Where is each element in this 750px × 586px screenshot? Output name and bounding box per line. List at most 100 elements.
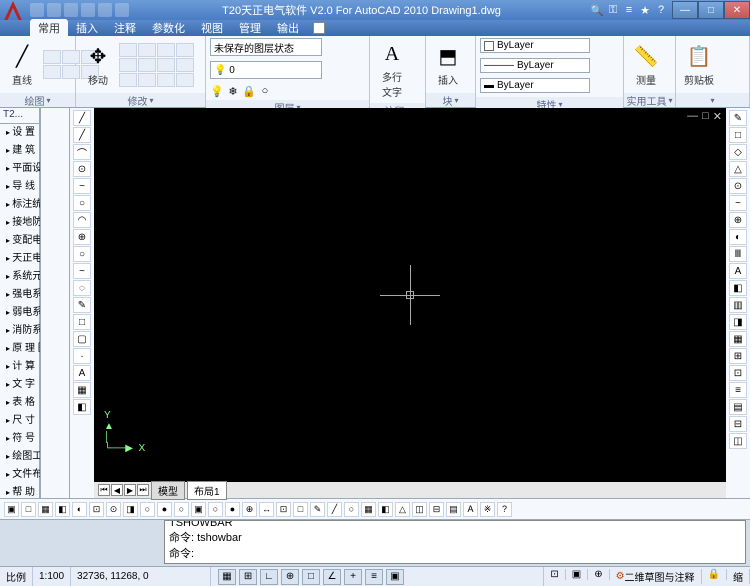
- qp-toggle[interactable]: ▣: [386, 569, 404, 585]
- tool-icon[interactable]: A: [73, 365, 91, 381]
- tool-icon[interactable]: ◇: [729, 144, 747, 160]
- layer-tool-icon[interactable]: 💡: [210, 84, 224, 98]
- tool-icon[interactable]: ⊕: [242, 502, 257, 517]
- tool-icon[interactable]: ✎: [729, 110, 747, 126]
- tool-icon[interactable]: ~: [729, 195, 747, 211]
- sidebar-item[interactable]: 原 理 图: [0, 340, 39, 358]
- tab-annotate[interactable]: 注释: [106, 19, 144, 37]
- lwt-toggle[interactable]: ≡: [365, 569, 383, 585]
- tool-icon[interactable]: ▦: [73, 382, 91, 398]
- panel-label[interactable]: 实用工具: [624, 93, 675, 107]
- key-icon[interactable]: ⚿: [606, 3, 620, 17]
- layer-tool-icon[interactable]: ○: [258, 84, 272, 98]
- sidebar-item[interactable]: 标注统计: [0, 196, 39, 214]
- sidebar-item[interactable]: 设 置: [0, 124, 39, 142]
- grid-toggle[interactable]: ⊞: [239, 569, 257, 585]
- doc-minimize-icon[interactable]: —: [687, 110, 698, 123]
- scale-value[interactable]: 1:100: [33, 567, 71, 586]
- tool-icon[interactable]: ╱: [327, 502, 342, 517]
- sidebar-item[interactable]: 文件布图: [0, 466, 39, 484]
- tool-icon[interactable]: ⊙: [106, 502, 121, 517]
- tool-icon[interactable]: ⊙: [73, 161, 91, 177]
- tool-icon[interactable]: ▦: [729, 331, 747, 347]
- sidebar-item[interactable]: 尺 寸: [0, 412, 39, 430]
- tool-icon[interactable]: ╱: [73, 127, 91, 143]
- search-icon[interactable]: 🔍: [590, 3, 604, 17]
- tool-icon[interactable]: ⊡: [729, 365, 747, 381]
- tool-icon[interactable]: ·: [73, 348, 91, 364]
- tool-icon[interactable]: ○: [73, 195, 91, 211]
- layer-combo[interactable]: 💡 0: [210, 61, 322, 79]
- tool-icon[interactable]: ◨: [123, 502, 138, 517]
- tool-icon[interactable]: ※: [480, 502, 495, 517]
- tool-icon[interactable]: ▥: [729, 297, 747, 313]
- maximize-button[interactable]: □: [698, 1, 724, 19]
- tool-icon[interactable]: ○: [344, 502, 359, 517]
- layer-state-combo[interactable]: 未保存的图层状态: [210, 38, 322, 56]
- star-icon[interactable]: ★: [638, 3, 652, 17]
- tab-manage[interactable]: 管理: [231, 19, 269, 37]
- modify-tool-icon[interactable]: [119, 73, 137, 87]
- tool-icon[interactable]: ✎: [73, 297, 91, 313]
- modify-tool-icon[interactable]: [176, 73, 194, 87]
- tool-icon[interactable]: ▢: [73, 331, 91, 347]
- tab-home[interactable]: 常用: [30, 19, 68, 37]
- tool-icon[interactable]: ▤: [446, 502, 461, 517]
- sidebar-item[interactable]: 系统元件: [0, 268, 39, 286]
- sidebar-item[interactable]: 帮 助: [0, 484, 39, 502]
- help-icon[interactable]: ?: [654, 3, 668, 17]
- status-tool[interactable]: ⊕: [588, 569, 609, 580]
- tab-nav-next-icon[interactable]: ▶: [124, 484, 136, 496]
- draw-tool-icon[interactable]: [43, 65, 61, 79]
- tool-icon[interactable]: ◧: [729, 280, 747, 296]
- tool-icon[interactable]: △: [395, 502, 410, 517]
- panel-label[interactable]: 块: [426, 93, 475, 107]
- canvas[interactable]: — □ ✕ Y▲│└──▶ X: [94, 108, 726, 482]
- tool-icon[interactable]: ◨: [729, 314, 747, 330]
- modify-tool-icon[interactable]: [157, 58, 175, 72]
- tool-icon[interactable]: ●: [225, 502, 240, 517]
- tab-output[interactable]: 输出: [269, 19, 307, 37]
- sidebar-item[interactable]: 计 算: [0, 358, 39, 376]
- close-button[interactable]: ✕: [724, 1, 750, 19]
- layout-tab[interactable]: 布局1: [187, 481, 227, 500]
- qat-new-icon[interactable]: [30, 3, 44, 17]
- ortho-toggle[interactable]: ∟: [260, 569, 278, 585]
- tool-icon[interactable]: △: [729, 161, 747, 177]
- zoom-label[interactable]: 缩: [727, 569, 750, 584]
- modify-tool-icon[interactable]: [119, 43, 137, 57]
- mtext-button[interactable]: A多行 文字: [374, 38, 410, 101]
- tool-icon[interactable]: ⊞: [729, 348, 747, 364]
- sidebar-item[interactable]: 表 格: [0, 394, 39, 412]
- tool-icon[interactable]: ▣: [4, 502, 19, 517]
- model-tab[interactable]: 模型: [151, 481, 185, 500]
- tool-icon[interactable]: ⊡: [89, 502, 104, 517]
- sidebar-item[interactable]: 文 字: [0, 376, 39, 394]
- tool-icon[interactable]: ▦: [361, 502, 376, 517]
- tool-icon[interactable]: ≡: [729, 382, 747, 398]
- tool-icon[interactable]: ▣: [191, 502, 206, 517]
- line-button[interactable]: ╱直线: [4, 41, 40, 89]
- minimize-button[interactable]: —: [672, 1, 698, 19]
- nav-icon[interactable]: ≡: [622, 3, 636, 17]
- dyn-toggle[interactable]: +: [344, 569, 362, 585]
- sidebar-item[interactable]: 弱电系统: [0, 304, 39, 322]
- status-tool[interactable]: ⊡: [544, 569, 565, 580]
- panel-label[interactable]: 修改: [76, 93, 205, 107]
- tool-icon[interactable]: ◧: [378, 502, 393, 517]
- tool-icon[interactable]: ○: [208, 502, 223, 517]
- sidebar-item[interactable]: 导 线: [0, 178, 39, 196]
- tool-icon[interactable]: ○: [140, 502, 155, 517]
- tab-parametric[interactable]: 参数化: [144, 19, 193, 37]
- sidebar-tab[interactable]: T2...: [0, 108, 39, 124]
- sidebar-item[interactable]: 消防系统: [0, 322, 39, 340]
- tool-icon[interactable]: ▦: [38, 502, 53, 517]
- layer-tool-icon[interactable]: ❄: [226, 84, 240, 98]
- tool-icon[interactable]: ⊟: [729, 416, 747, 432]
- sidebar-item[interactable]: 绘图工具: [0, 448, 39, 466]
- osnap-toggle[interactable]: □: [302, 569, 320, 585]
- qat-print-icon[interactable]: [115, 3, 129, 17]
- app-logo-icon[interactable]: [2, 0, 24, 20]
- sidebar-item[interactable]: 天正电气: [0, 250, 39, 268]
- sidebar-item[interactable]: 建 筑: [0, 142, 39, 160]
